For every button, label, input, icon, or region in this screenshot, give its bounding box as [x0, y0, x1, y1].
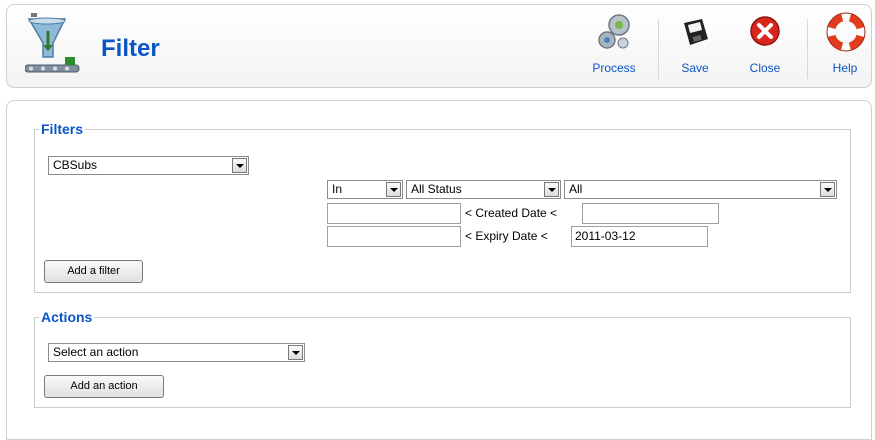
add-filter-button[interactable]: Add a filter [44, 260, 143, 283]
plan-select-value: All [569, 182, 583, 196]
help-button[interactable]: Help [825, 11, 866, 85]
process-label: Process [592, 61, 636, 75]
chevron-down-icon [288, 345, 303, 360]
action-select-value: Select an action [53, 345, 139, 359]
close-button[interactable]: Close [740, 11, 790, 85]
save-label: Save [681, 61, 709, 75]
created-date-to-input[interactable] [582, 203, 719, 224]
close-label: Close [749, 61, 781, 75]
expiry-date-from-input[interactable] [327, 226, 461, 247]
plugin-select-value: CBSubs [53, 158, 98, 172]
lifebuoy-icon [826, 12, 866, 52]
chevron-down-icon [820, 182, 835, 197]
floppy-disk-icon [684, 19, 708, 45]
toolbar: Filter Process Save Close Help [6, 4, 872, 88]
expiry-date-label: < Expiry Date < [465, 229, 548, 243]
process-button[interactable]: Process [579, 11, 649, 85]
chevron-down-icon [544, 182, 559, 197]
chevron-down-icon [232, 158, 247, 173]
filters-legend: Filters [41, 121, 84, 137]
save-button[interactable]: Save [670, 11, 720, 85]
plugin-select[interactable]: CBSubs [48, 156, 249, 175]
plan-select[interactable]: All [564, 180, 837, 199]
main-panel: Filters CBSubs In All Status All < Creat… [6, 100, 872, 440]
status-select[interactable]: All Status [406, 180, 561, 199]
toolbar-divider [807, 19, 808, 79]
filter-funnel-icon [25, 13, 80, 73]
chevron-down-icon [386, 182, 401, 197]
actions-legend: Actions [41, 309, 93, 325]
expiry-date-to-input[interactable]: 2011-03-12 [571, 226, 708, 247]
status-select-value: All Status [411, 182, 462, 196]
toolbar-divider [658, 19, 659, 79]
in-select[interactable]: In [327, 180, 403, 199]
help-label: Help [832, 61, 858, 75]
action-select[interactable]: Select an action [48, 343, 305, 362]
created-date-label: < Created Date < [465, 206, 558, 220]
gears-icon [598, 14, 630, 49]
add-action-button[interactable]: Add an action [44, 375, 164, 398]
close-circle-icon [750, 16, 780, 46]
created-date-from-input[interactable] [327, 203, 461, 224]
in-select-value: In [332, 182, 343, 196]
page-title: Filter [101, 35, 160, 62]
